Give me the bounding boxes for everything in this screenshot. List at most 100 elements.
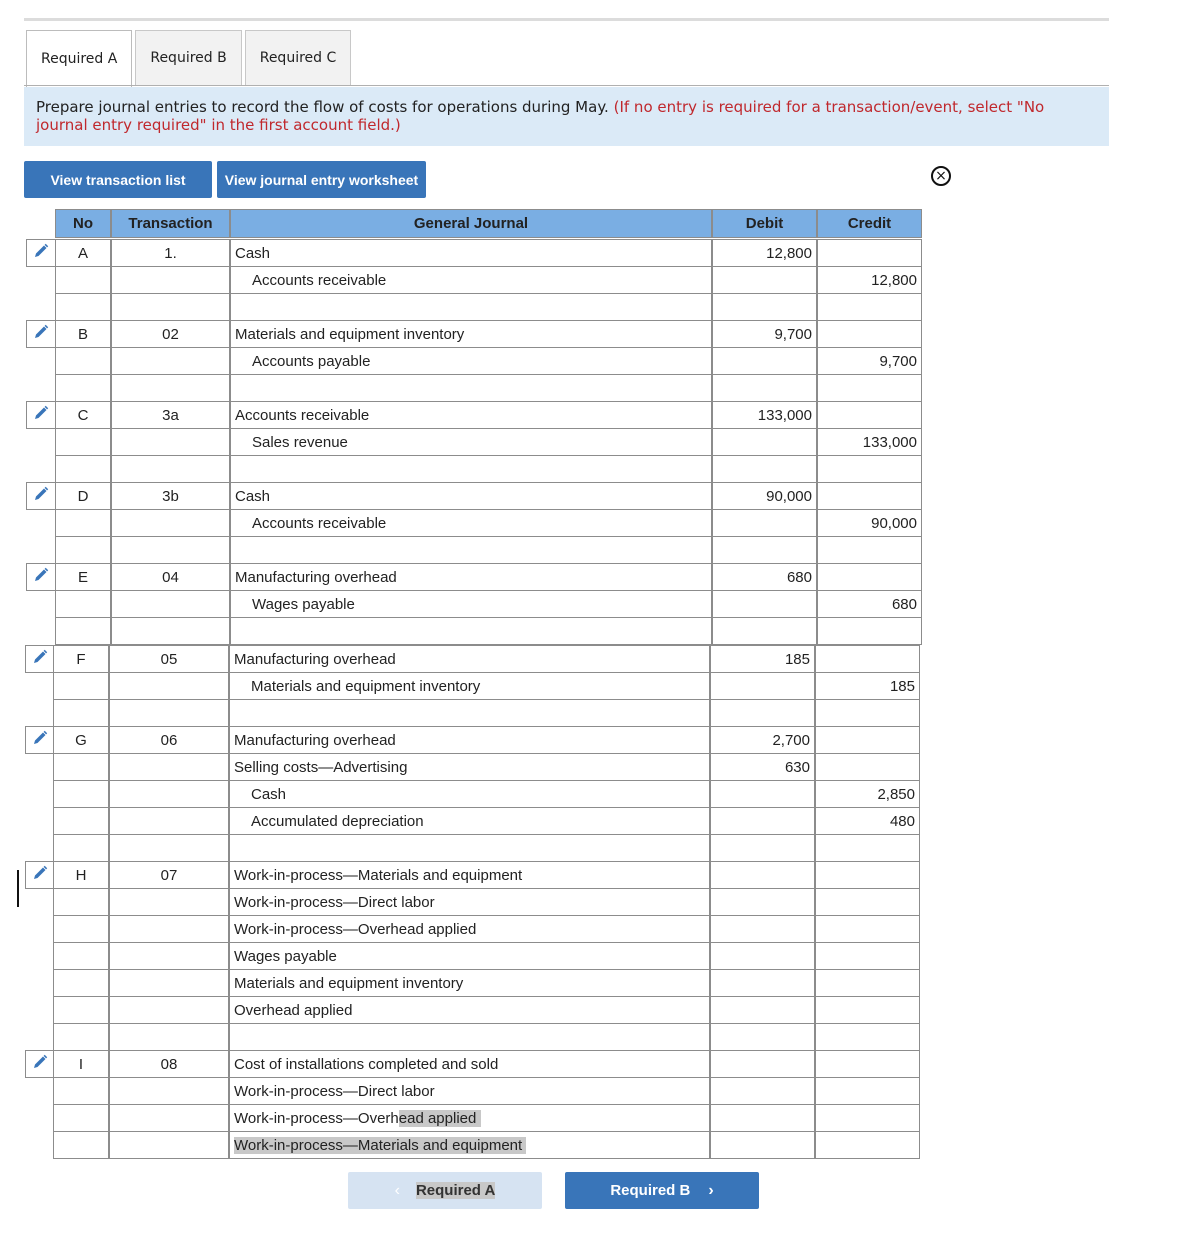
- debit-cell[interactable]: [710, 834, 815, 862]
- debit-cell[interactable]: 185: [710, 645, 815, 673]
- debit-cell[interactable]: [712, 617, 817, 645]
- edit-entry-button[interactable]: [25, 861, 54, 889]
- account-cell[interactable]: [230, 293, 712, 321]
- credit-cell[interactable]: [815, 1104, 920, 1132]
- next-required-b-button[interactable]: Required B ›: [565, 1172, 759, 1209]
- credit-cell[interactable]: [817, 455, 922, 483]
- account-cell[interactable]: [230, 617, 712, 645]
- tab-required-b[interactable]: Required B: [135, 30, 242, 85]
- view-journal-entry-worksheet-button[interactable]: View journal entry worksheet: [217, 161, 426, 198]
- debit-cell[interactable]: [710, 915, 815, 943]
- account-cell[interactable]: Work-in-process—Direct labor: [229, 888, 710, 916]
- account-cell[interactable]: Manufacturing overhead: [229, 645, 710, 673]
- credit-cell[interactable]: [817, 401, 922, 429]
- account-cell[interactable]: Materials and equipment inventory: [229, 969, 710, 997]
- account-cell[interactable]: Selling costs—Advertising: [229, 753, 710, 781]
- close-icon[interactable]: ×: [931, 166, 951, 186]
- credit-cell[interactable]: [817, 239, 922, 267]
- debit-cell[interactable]: [712, 428, 817, 456]
- account-cell[interactable]: [229, 834, 710, 862]
- credit-cell[interactable]: [815, 645, 920, 673]
- credit-cell[interactable]: 133,000: [817, 428, 922, 456]
- credit-cell[interactable]: [817, 536, 922, 564]
- credit-cell[interactable]: [817, 320, 922, 348]
- debit-cell[interactable]: [710, 996, 815, 1024]
- debit-cell[interactable]: 9,700: [712, 320, 817, 348]
- credit-cell[interactable]: [815, 969, 920, 997]
- credit-cell[interactable]: [815, 699, 920, 727]
- account-cell[interactable]: Accounts payable: [230, 347, 712, 375]
- credit-cell[interactable]: [817, 617, 922, 645]
- debit-cell[interactable]: [710, 1104, 815, 1132]
- credit-cell[interactable]: [817, 563, 922, 591]
- credit-cell[interactable]: [815, 888, 920, 916]
- previous-required-a-button[interactable]: ‹ Required A: [348, 1172, 542, 1209]
- account-cell[interactable]: Sales revenue: [230, 428, 712, 456]
- account-cell[interactable]: Cash: [229, 780, 710, 808]
- account-cell[interactable]: [229, 699, 710, 727]
- account-cell[interactable]: Wages payable: [229, 942, 710, 970]
- debit-cell[interactable]: [712, 536, 817, 564]
- account-cell[interactable]: Accumulated depreciation: [229, 807, 710, 835]
- debit-cell[interactable]: [712, 347, 817, 375]
- debit-cell[interactable]: 2,700: [710, 726, 815, 754]
- debit-cell[interactable]: [710, 1077, 815, 1105]
- edit-entry-button[interactable]: [25, 1050, 54, 1078]
- debit-cell[interactable]: [710, 861, 815, 889]
- edit-entry-button[interactable]: [26, 563, 56, 591]
- account-cell[interactable]: [230, 374, 712, 402]
- account-cell[interactable]: Wages payable: [230, 590, 712, 618]
- account-cell[interactable]: Work-in-process—Overhead applied: [229, 915, 710, 943]
- debit-cell[interactable]: [710, 942, 815, 970]
- debit-cell[interactable]: [712, 509, 817, 537]
- account-cell[interactable]: Work-in-process—Direct labor: [229, 1077, 710, 1105]
- credit-cell[interactable]: [815, 834, 920, 862]
- debit-cell[interactable]: [710, 807, 815, 835]
- credit-cell[interactable]: 12,800: [817, 266, 922, 294]
- account-cell[interactable]: Cost of installations completed and sold: [229, 1050, 710, 1078]
- account-cell[interactable]: Work-in-process—Materials and equipment: [229, 1131, 710, 1159]
- edit-entry-button[interactable]: [26, 482, 56, 510]
- account-cell[interactable]: [230, 455, 712, 483]
- debit-cell[interactable]: [710, 699, 815, 727]
- credit-cell[interactable]: [815, 1131, 920, 1159]
- edit-entry-button[interactable]: [26, 320, 56, 348]
- credit-cell[interactable]: [815, 726, 920, 754]
- account-cell[interactable]: Cash: [230, 239, 712, 267]
- credit-cell[interactable]: 9,700: [817, 347, 922, 375]
- edit-entry-button[interactable]: [26, 401, 56, 429]
- debit-cell[interactable]: 133,000: [712, 401, 817, 429]
- debit-cell[interactable]: [712, 374, 817, 402]
- credit-cell[interactable]: [817, 374, 922, 402]
- account-cell[interactable]: [229, 1023, 710, 1051]
- account-cell[interactable]: Overhead applied: [229, 996, 710, 1024]
- debit-cell[interactable]: 630: [710, 753, 815, 781]
- debit-cell[interactable]: [710, 1050, 815, 1078]
- credit-cell[interactable]: 185: [815, 672, 920, 700]
- credit-cell[interactable]: [815, 1050, 920, 1078]
- account-cell[interactable]: Materials and equipment inventory: [229, 672, 710, 700]
- account-cell[interactable]: Cash: [230, 482, 712, 510]
- account-cell[interactable]: Accounts receivable: [230, 266, 712, 294]
- debit-cell[interactable]: [710, 969, 815, 997]
- debit-cell[interactable]: [712, 293, 817, 321]
- debit-cell[interactable]: [710, 888, 815, 916]
- account-cell[interactable]: Work-in-process—Overhead applied: [229, 1104, 710, 1132]
- account-cell[interactable]: Manufacturing overhead: [230, 563, 712, 591]
- credit-cell[interactable]: [815, 1023, 920, 1051]
- debit-cell[interactable]: [712, 455, 817, 483]
- tab-required-c[interactable]: Required C: [244, 30, 352, 85]
- account-cell[interactable]: Accounts receivable: [230, 401, 712, 429]
- credit-cell[interactable]: 90,000: [817, 509, 922, 537]
- debit-cell[interactable]: [712, 266, 817, 294]
- account-cell[interactable]: [230, 536, 712, 564]
- credit-cell[interactable]: [817, 293, 922, 321]
- credit-cell[interactable]: [815, 861, 920, 889]
- debit-cell[interactable]: [710, 780, 815, 808]
- debit-cell[interactable]: 90,000: [712, 482, 817, 510]
- credit-cell[interactable]: 480: [815, 807, 920, 835]
- credit-cell[interactable]: [815, 915, 920, 943]
- edit-entry-button[interactable]: [26, 239, 56, 267]
- credit-cell[interactable]: [815, 996, 920, 1024]
- tab-required-a[interactable]: Required A: [26, 30, 133, 87]
